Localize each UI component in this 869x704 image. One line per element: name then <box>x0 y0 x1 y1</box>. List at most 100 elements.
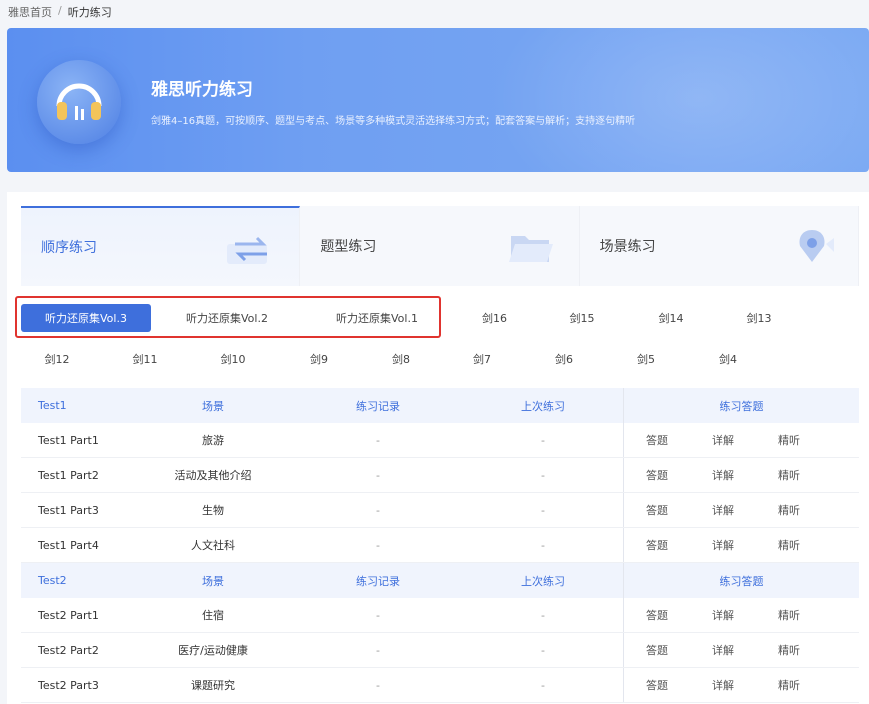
volume-chip[interactable]: 剑16 <box>451 304 538 332</box>
detail-link[interactable]: 详解 <box>690 537 756 553</box>
table-row: Test2 Part1 住宿 - - 答题 详解 精听 <box>21 598 859 633</box>
page-description: 剑雅4–16真题，可按顺序、题型与考点、场景等多种模式灵活选择练习方式；配套答案… <box>151 116 636 127</box>
volume-chip[interactable]: 听力还原集Vol.1 <box>303 304 451 332</box>
answer-link[interactable]: 答题 <box>624 432 690 448</box>
scene-cell: 活动及其他介绍 <box>174 469 252 482</box>
detail-link[interactable]: 详解 <box>690 642 756 658</box>
folder-icon <box>508 236 553 262</box>
volume-chip[interactable]: 剑6 <box>523 345 605 373</box>
answer-link[interactable]: 答题 <box>624 502 690 518</box>
page-title: 雅思听力练习 <box>151 80 253 100</box>
tab-question-type[interactable]: 题型练习 <box>300 206 580 286</box>
tab-scene-label: 场景练习 <box>599 239 656 255</box>
table-group-header: Test1 场景 练习记录 上次练习 练习答题 <box>21 388 859 423</box>
listen-link[interactable]: 精听 <box>756 607 822 623</box>
column-header-scene: 场景 <box>202 399 224 413</box>
last-cell: - <box>541 538 545 552</box>
detail-link[interactable]: 详解 <box>690 467 756 483</box>
volume-chip[interactable]: 听力还原集Vol.3 <box>21 304 151 332</box>
scene-cell: 医疗/运动健康 <box>178 644 248 657</box>
part-name: Test2 Part1 <box>38 608 99 622</box>
listen-link[interactable]: 精听 <box>756 537 822 553</box>
part-name: Test2 Part2 <box>38 643 99 657</box>
listen-link[interactable]: 精听 <box>756 432 822 448</box>
breadcrumb-separator: / <box>58 4 62 17</box>
scene-cell: 生物 <box>202 504 224 517</box>
last-cell: - <box>541 678 545 692</box>
volume-chip[interactable]: 剑5 <box>605 345 687 373</box>
volume-chip[interactable]: 剑15 <box>538 304 626 332</box>
answer-link[interactable]: 答题 <box>624 607 690 623</box>
detail-link[interactable]: 详解 <box>690 677 756 693</box>
part-name: Test1 Part4 <box>38 538 99 552</box>
record-cell: - <box>376 608 380 622</box>
scene-cell: 住宿 <box>202 609 224 622</box>
record-cell: - <box>376 643 380 657</box>
answer-link[interactable]: 答题 <box>624 677 690 693</box>
table-row: Test2 Part3 课题研究 - - 答题 详解 精听 <box>21 668 859 703</box>
column-header-scene: 场景 <box>202 574 224 588</box>
volume-chip[interactable]: 剑9 <box>277 345 361 373</box>
detail-link[interactable]: 详解 <box>690 432 756 448</box>
volume-chip[interactable]: 剑12 <box>13 345 101 373</box>
table-row: Test1 Part3 生物 - - 答题 详解 精听 <box>21 493 859 528</box>
part-name: Test2 Part3 <box>38 678 99 692</box>
tab-scene[interactable]: 场景练习 <box>579 206 859 286</box>
column-header-last: 上次练习 <box>521 399 565 413</box>
listen-link[interactable]: 精听 <box>756 467 822 483</box>
last-cell: - <box>541 608 545 622</box>
volume-chip[interactable]: 剑10 <box>189 345 277 373</box>
volume-chip[interactable]: 听力还原集Vol.2 <box>151 304 303 332</box>
column-header-actions: 练习答题 <box>623 563 859 598</box>
table-row: Test1 Part2 活动及其他介绍 - - 答题 详解 精听 <box>21 458 859 493</box>
practice-table: Test1 场景 练习记录 上次练习 练习答题 Test1 Part1 旅游 -… <box>21 388 859 703</box>
tab-sequential[interactable]: 顺序练习 <box>21 206 301 286</box>
swap-arrows-icon <box>227 236 268 264</box>
volume-chip[interactable]: 剑4 <box>687 345 769 373</box>
volume-chip[interactable]: 剑11 <box>101 345 189 373</box>
scene-cell: 课题研究 <box>191 679 235 692</box>
answer-link[interactable]: 答题 <box>624 467 690 483</box>
detail-link[interactable]: 详解 <box>690 607 756 623</box>
practice-mode-tabs: 顺序练习 题型练习 场景练习 <box>21 206 859 286</box>
column-header-actions: 练习答题 <box>623 388 859 423</box>
volume-chip[interactable]: 剑14 <box>626 304 716 332</box>
volume-chip[interactable]: 剑7 <box>441 345 523 373</box>
volume-row-2: 剑12 剑11 剑10 剑9 剑8 剑7 剑6 剑5 剑4 <box>13 345 769 373</box>
scene-cell: 旅游 <box>202 434 224 447</box>
table-row: Test1 Part4 人文社科 - - 答题 详解 精听 <box>21 528 859 563</box>
group-name: Test2 <box>38 574 67 587</box>
last-cell: - <box>541 468 545 482</box>
listen-link[interactable]: 精听 <box>756 642 822 658</box>
location-pin-icon <box>799 230 834 262</box>
last-cell: - <box>541 433 545 447</box>
last-cell: - <box>541 503 545 517</box>
record-cell: - <box>376 503 380 517</box>
breadcrumb: 雅思首页 / 听力练习 <box>8 4 112 20</box>
volume-row-1: 听力还原集Vol.3 听力还原集Vol.2 听力还原集Vol.1 剑16 剑15… <box>21 304 802 332</box>
column-header-record: 练习记录 <box>356 399 400 413</box>
listen-link[interactable]: 精听 <box>756 502 822 518</box>
column-header-record: 练习记录 <box>356 574 400 588</box>
column-header-last: 上次练习 <box>521 574 565 588</box>
part-name: Test1 Part3 <box>38 503 99 517</box>
detail-link[interactable]: 详解 <box>690 502 756 518</box>
record-cell: - <box>376 678 380 692</box>
banner-logo <box>37 60 121 144</box>
scene-cell: 人文社科 <box>191 539 235 552</box>
answer-link[interactable]: 答题 <box>624 642 690 658</box>
tab-question-type-label: 题型练习 <box>320 239 377 255</box>
table-row: Test1 Part1 旅游 - - 答题 详解 精听 <box>21 423 859 458</box>
record-cell: - <box>376 433 380 447</box>
record-cell: - <box>376 468 380 482</box>
answer-link[interactable]: 答题 <box>624 537 690 553</box>
hero-banner: 雅思听力练习 剑雅4–16真题，可按顺序、题型与考点、场景等多种模式灵活选择练习… <box>7 28 869 172</box>
part-name: Test1 Part2 <box>38 468 99 482</box>
breadcrumb-home[interactable]: 雅思首页 <box>8 4 52 20</box>
record-cell: - <box>376 538 380 552</box>
listen-link[interactable]: 精听 <box>756 677 822 693</box>
part-name: Test1 Part1 <box>38 433 99 447</box>
tab-sequential-label: 顺序练习 <box>41 240 97 256</box>
volume-chip[interactable]: 剑13 <box>716 304 802 332</box>
volume-chip[interactable]: 剑8 <box>361 345 441 373</box>
